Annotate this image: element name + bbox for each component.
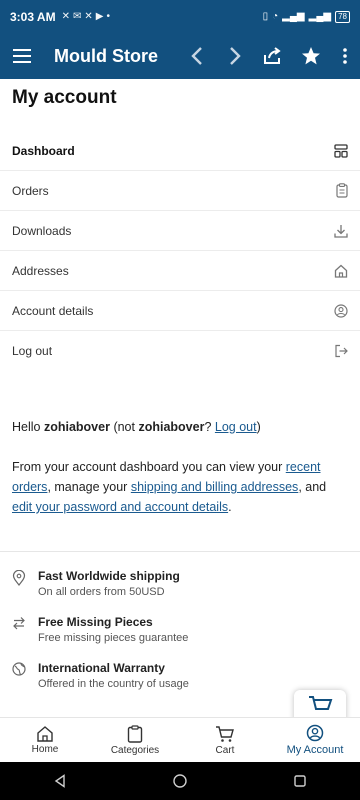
welcome-not-prefix: (not [109, 420, 139, 434]
account-nav-orders[interactable]: Orders [0, 171, 360, 211]
nav-label: Downloads [12, 223, 72, 238]
account-nav-downloads[interactable]: Downloads [0, 211, 360, 251]
app-bar: Mould Store [0, 33, 360, 79]
dashboard-text-part: , manage your [47, 480, 131, 494]
tab-cart[interactable]: Cart [180, 718, 270, 762]
feature-subtitle: Free missing pieces guarantee [38, 632, 189, 644]
dashboard-text-part: . [228, 500, 232, 514]
logout-icon [335, 344, 348, 358]
tab-home[interactable]: Home [0, 718, 90, 762]
chevron-left-icon [191, 47, 202, 65]
favorite-button[interactable] [292, 33, 330, 79]
dashboard-description: From your account dashboard you can view… [12, 457, 348, 517]
account-nav-account-details[interactable]: Account details [0, 291, 360, 331]
account-icon [306, 724, 324, 742]
dashboard-text-part: , and [298, 480, 327, 494]
swap-arrows-icon [12, 614, 38, 635]
mail-icon: ✉ [72, 11, 82, 22]
youtube-icon: ▶ [95, 11, 104, 22]
bottom-tab-bar: Home Categories Cart My Account [0, 717, 360, 762]
back-button[interactable] [178, 33, 216, 79]
triangle-back-icon [54, 774, 65, 788]
account-navigation: Dashboard Orders Downloads Addresses Acc… [0, 131, 360, 371]
tab-label: My Account [286, 744, 344, 756]
tab-my-account[interactable]: My Account [270, 718, 360, 762]
square-recents-icon [294, 775, 307, 787]
tab-categories[interactable]: Categories [90, 718, 180, 762]
status-bar: 3:03 AM ✕ ✉ ✕ ▶ • ▯ ◔ ▂▄▆ ▂▄▆ 78 [0, 0, 360, 33]
battery-icon: 78 [335, 10, 350, 23]
wifi-icon: ◔ [272, 11, 279, 22]
welcome-close-paren: ) [256, 420, 261, 434]
app-title: Mould Store [54, 45, 158, 66]
clipboard-icon [127, 724, 143, 743]
share-button[interactable] [254, 33, 292, 79]
signal-icon: ▂▄▆ [282, 11, 305, 22]
tab-label: Categories [110, 744, 160, 756]
dot-icon: • [106, 11, 110, 22]
welcome-username: zohiabover [43, 420, 110, 434]
welcome-hello: Hello [12, 420, 44, 434]
status-right: ▯ ◔ ▂▄▆ ▂▄▆ 78 [262, 10, 350, 23]
nav-label: Addresses [12, 263, 69, 278]
feature-title: Fast Worldwide shipping [38, 569, 180, 583]
system-recents-button[interactable] [293, 774, 307, 788]
feature-missing-pieces: Free Missing Pieces Free missing pieces … [12, 614, 348, 660]
feature-title: International Warranty [38, 661, 165, 675]
share-icon [264, 47, 281, 64]
account-nav-addresses[interactable]: Addresses [0, 251, 360, 291]
welcome-question: ? [204, 420, 215, 434]
system-home-button[interactable] [172, 773, 188, 789]
vibrate-icon: ▯ [262, 11, 269, 22]
logout-link[interactable]: Log out [215, 420, 257, 434]
app-screen: 3:03 AM ✕ ✉ ✕ ▶ • ▯ ◔ ▂▄▆ ▂▄▆ 78 Mould S… [0, 0, 360, 800]
download-icon [334, 224, 348, 238]
cart-icon [309, 696, 333, 710]
more-button[interactable] [330, 33, 360, 79]
feature-list: Fast Worldwide shipping On all orders fr… [0, 552, 360, 706]
feature-shipping: Fast Worldwide shipping On all orders fr… [12, 568, 348, 614]
account-details-link[interactable]: edit your password and account details [12, 500, 228, 514]
tab-label: Cart [215, 744, 235, 756]
home-icon [334, 264, 348, 278]
menu-button[interactable] [0, 33, 44, 79]
more-vertical-icon [343, 48, 347, 64]
signal-icon: ▂▄▆ [308, 11, 332, 22]
forward-button[interactable] [216, 33, 254, 79]
welcome-not-username: zohiabover [138, 420, 205, 434]
tab-label: Home [31, 744, 59, 755]
account-nav-logout[interactable]: Log out [0, 331, 360, 371]
addresses-link[interactable]: shipping and billing addresses [131, 480, 298, 494]
circle-home-icon [173, 774, 187, 788]
chevron-right-icon [230, 47, 241, 65]
x-app-icon: ✕ [61, 11, 70, 22]
x-app-icon: ✕ [84, 11, 93, 22]
nav-label: Orders [12, 183, 49, 198]
hamburger-icon [13, 49, 31, 63]
welcome-message: Hello zohiabover (not zohiabover? Log ou… [12, 417, 348, 437]
globe-icon [12, 660, 38, 681]
clipboard-icon [336, 183, 348, 198]
nav-label: Account details [12, 303, 94, 318]
system-back-button[interactable] [53, 774, 67, 788]
dashboard-icon [334, 143, 348, 158]
feature-title: Free Missing Pieces [38, 615, 153, 629]
system-navigation-bar [0, 762, 360, 800]
home-icon [37, 726, 53, 742]
cart-icon [216, 725, 234, 742]
page-title: My account [12, 87, 117, 108]
star-icon [302, 47, 320, 65]
map-pin-icon [12, 568, 38, 591]
user-circle-icon [334, 303, 348, 318]
nav-label: Log out [12, 344, 53, 358]
feature-subtitle: On all orders from 50USD [38, 586, 165, 598]
nav-label: Dashboard [12, 143, 75, 158]
feature-subtitle: Offered in the country of usage [38, 678, 189, 690]
dashboard-text-part: From your account dashboard you can view… [12, 460, 286, 474]
main-content: My account Dashboard Orders Downloads Ad… [0, 79, 360, 717]
account-nav-dashboard[interactable]: Dashboard [0, 131, 360, 171]
status-time: 3:03 AM [10, 9, 56, 24]
